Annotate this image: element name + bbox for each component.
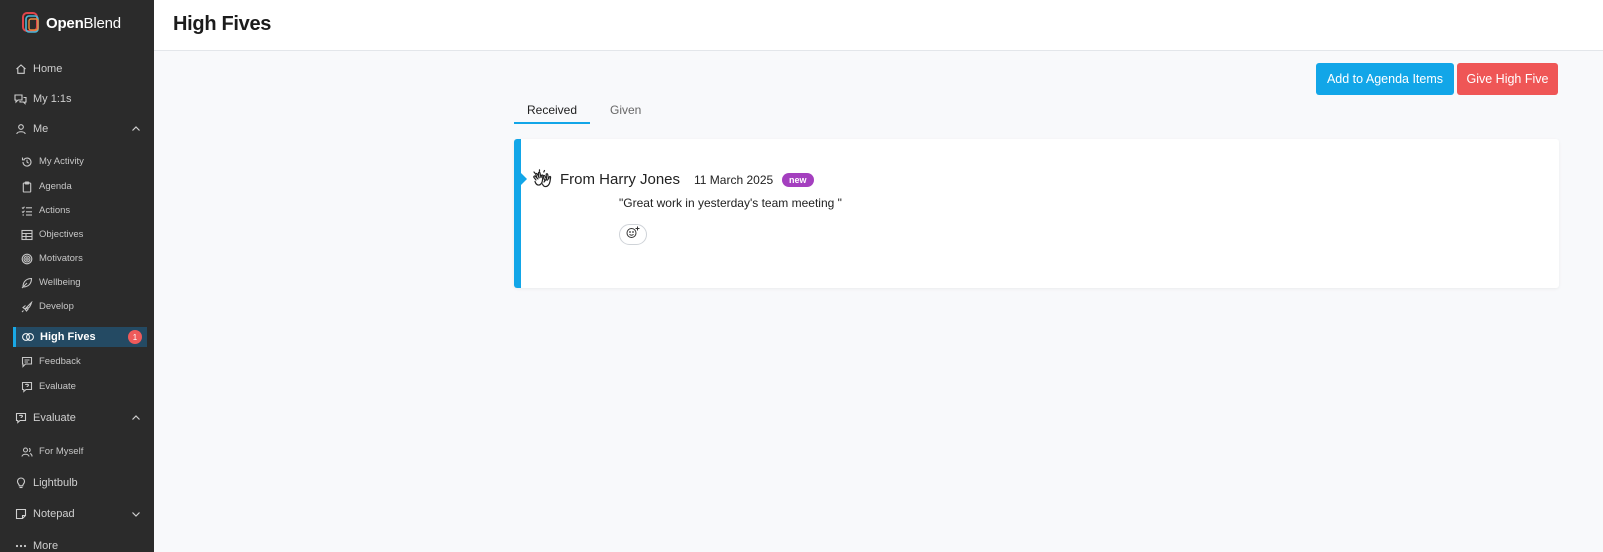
checklist-icon xyxy=(21,205,33,217)
sidebar-item-my-activity[interactable]: My Activity xyxy=(21,155,145,168)
sidebar-item-home[interactable]: Home xyxy=(14,62,142,76)
sidebar-item-label: Develop xyxy=(39,301,74,312)
evaluate-icon xyxy=(21,381,33,393)
high-five-message: "Great work in yesterday's team meeting … xyxy=(619,196,842,210)
sidebar-item-actions[interactable]: Actions xyxy=(21,204,145,217)
chevron-down-icon[interactable] xyxy=(130,508,142,520)
card-accent-bar xyxy=(514,139,521,288)
sidebar-item-high-fives[interactable]: High Fives 1 xyxy=(13,327,147,347)
sidebar-item-more[interactable]: More xyxy=(14,539,142,552)
high-five-card: From Harry Jones 11 March 2025 new "Grea… xyxy=(514,139,1559,288)
sidebar-item-label: Home xyxy=(33,63,63,75)
sidebar-item-agenda[interactable]: Agenda xyxy=(21,180,145,193)
add-reaction-button[interactable] xyxy=(619,224,647,245)
sidebar-item-feedback[interactable]: Feedback xyxy=(21,355,145,368)
sidebar-item-for-myself[interactable]: For Myself xyxy=(21,445,145,458)
high-five-icon xyxy=(21,331,34,344)
sidebar-item-label: Agenda xyxy=(39,181,72,192)
card-notch xyxy=(521,173,527,185)
openblend-logo-icon xyxy=(22,12,42,34)
page-title: High Fives xyxy=(173,13,272,35)
rocket-icon xyxy=(21,300,33,313)
sidebar-item-label: Lightbulb xyxy=(33,477,78,489)
sidebar-item-wellbeing[interactable]: Wellbeing xyxy=(21,276,145,289)
sidebar-item-lightbulb[interactable]: Lightbulb xyxy=(14,476,142,490)
page-header: High Fives xyxy=(154,0,1603,51)
chevron-up-icon[interactable] xyxy=(130,123,142,135)
add-emoji-icon xyxy=(625,225,641,244)
high-five-date: 11 March 2025 xyxy=(694,173,774,187)
active-tab-indicator xyxy=(514,122,590,124)
target-icon xyxy=(21,253,33,265)
evaluate-icon xyxy=(14,412,27,425)
sidebar-item-label: Actions xyxy=(39,205,71,216)
table-icon xyxy=(21,229,33,241)
chat-icon xyxy=(14,93,27,106)
tab-received[interactable]: Received xyxy=(527,103,577,117)
history-icon xyxy=(21,156,33,168)
sidebar-item-label: Evaluate xyxy=(33,412,76,424)
sidebar-item-label: For Myself xyxy=(39,446,84,457)
sidebar-item-label: Evaluate xyxy=(39,381,76,392)
sidebar-item-objectives[interactable]: Objectives xyxy=(21,228,145,241)
sidebar-item-motivators[interactable]: Motivators xyxy=(21,252,145,265)
sidebar-item-label: My Activity xyxy=(39,156,84,167)
give-high-five-button[interactable]: Give High Five xyxy=(1457,63,1558,95)
chevron-up-icon[interactable] xyxy=(130,412,142,424)
sidebar-item-me[interactable]: Me xyxy=(14,122,142,136)
sidebar-item-label: Me xyxy=(33,123,49,135)
sidebar-item-evaluate-sub[interactable]: Evaluate xyxy=(21,380,145,393)
sidebar-item-develop[interactable]: Develop xyxy=(21,300,145,313)
openblend-logo[interactable]: OpenBlend xyxy=(22,11,121,35)
tab-given[interactable]: Given xyxy=(610,103,641,117)
sidebar-item-label: Objectives xyxy=(39,229,84,240)
clipboard-icon xyxy=(21,180,33,193)
message-square-icon xyxy=(21,356,33,368)
high-five-sender: From Harry Jones xyxy=(560,171,681,188)
add-to-agenda-button[interactable]: Add to Agenda Items xyxy=(1316,63,1454,95)
sidebar: OpenBlend Home My 1:1s Me My Activity Ag… xyxy=(0,0,154,552)
sidebar-item-label: Notepad xyxy=(33,508,75,520)
leaf-icon xyxy=(21,277,33,289)
note-icon xyxy=(14,508,27,521)
sidebar-item-my-1-1s[interactable]: My 1:1s xyxy=(14,92,142,106)
sidebar-item-label: Wellbeing xyxy=(39,277,81,288)
brand-name-rest: Blend xyxy=(83,14,122,32)
user-icon xyxy=(14,123,27,136)
notification-badge: 1 xyxy=(128,330,142,344)
users-icon xyxy=(21,446,33,458)
sidebar-item-label: Feedback xyxy=(39,356,81,367)
sidebar-item-label: Motivators xyxy=(39,253,83,264)
clapping-hands-icon xyxy=(531,168,555,192)
lightbulb-icon xyxy=(14,477,27,490)
sidebar-item-label: More xyxy=(33,540,59,552)
sidebar-item-label: My 1:1s xyxy=(33,93,72,105)
brand-name-bold: Open xyxy=(46,14,84,32)
home-icon xyxy=(14,63,27,76)
new-badge: new xyxy=(782,173,814,187)
sidebar-item-notepad[interactable]: Notepad xyxy=(14,507,142,521)
dots-icon xyxy=(14,540,27,552)
sidebar-item-evaluate[interactable]: Evaluate xyxy=(14,411,142,425)
sidebar-item-label: High Fives xyxy=(40,331,96,343)
